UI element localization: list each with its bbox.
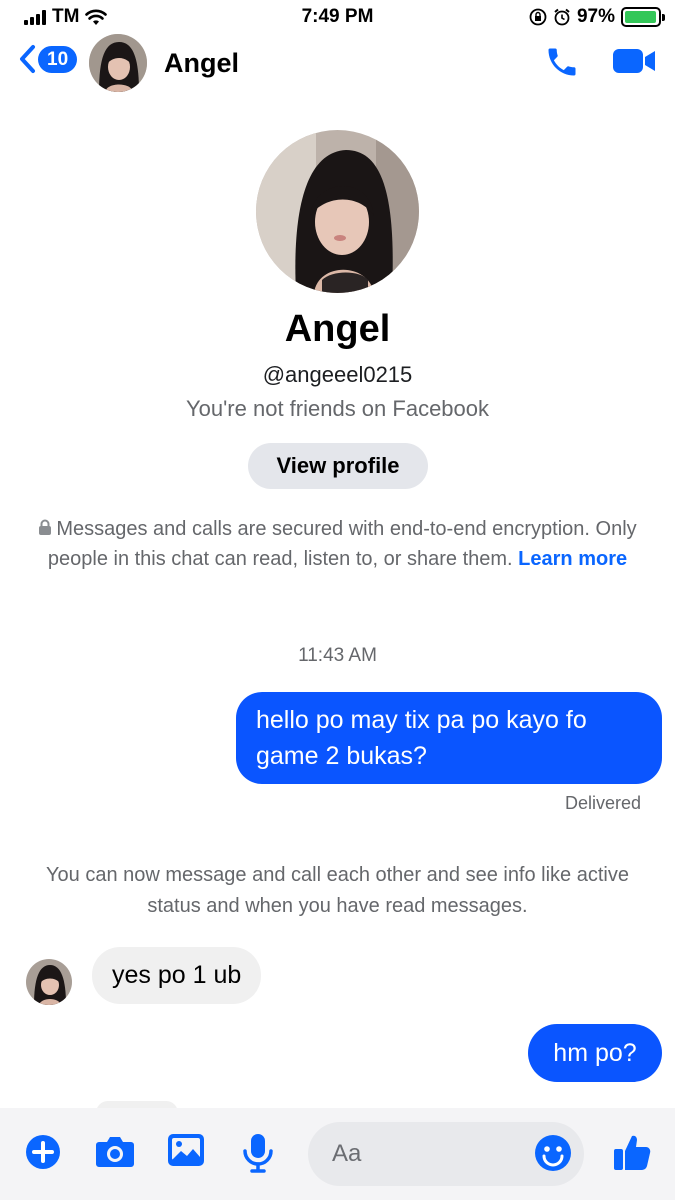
unread-count-badge: 10 xyxy=(38,45,78,73)
orientation-lock-icon xyxy=(529,8,547,26)
battery-percent: 97% xyxy=(576,6,615,27)
delivery-status: Delivered xyxy=(564,793,641,813)
lock-icon xyxy=(39,519,52,535)
system-notice: You can now message and call each other … xyxy=(46,864,629,917)
encryption-notice: Messages and calls are secured with end-… xyxy=(30,514,645,574)
sender-avatar[interactable] xyxy=(26,959,72,1005)
friendship-status: You're not friends on Facebook xyxy=(185,396,490,421)
message-timestamp: 11:43 AM xyxy=(298,645,377,666)
view-profile-button[interactable]: View profile xyxy=(248,443,428,489)
like-button[interactable] xyxy=(612,1132,652,1177)
voice-message-button[interactable] xyxy=(242,1133,274,1178)
gallery-button[interactable] xyxy=(167,1133,205,1172)
outgoing-message-bubble[interactable]: hm po? xyxy=(528,1024,662,1082)
emoji-button[interactable] xyxy=(534,1134,572,1177)
video-call-button[interactable] xyxy=(612,46,656,81)
outgoing-message-bubble[interactable]: hello po may tix pa po kayo fo game 2 bu… xyxy=(236,692,662,784)
more-actions-button[interactable] xyxy=(24,1133,62,1176)
image-icon xyxy=(168,1134,204,1166)
camera-icon xyxy=(96,1137,134,1167)
profile-photo[interactable] xyxy=(256,130,419,293)
alarm-icon xyxy=(554,8,570,26)
audio-call-button[interactable] xyxy=(544,44,580,85)
back-button[interactable]: 10 xyxy=(18,44,78,74)
profile-name: Angel xyxy=(284,308,391,350)
contact-name[interactable]: Angel xyxy=(164,48,239,79)
phone-icon xyxy=(548,48,576,76)
video-camera-icon xyxy=(613,49,655,73)
battery-icon xyxy=(621,7,665,27)
plus-circle-icon xyxy=(26,1135,60,1169)
message-input-placeholder: Aa xyxy=(332,1140,362,1167)
chat-header: 10 Angel xyxy=(0,34,675,92)
learn-more-link[interactable]: Learn more xyxy=(518,548,627,570)
incoming-message-bubble[interactable]: yes po 1 ub xyxy=(92,947,262,1004)
profile-username: @angeeel0215 xyxy=(262,362,413,387)
microphone-icon xyxy=(243,1134,273,1173)
smiley-icon xyxy=(535,1135,571,1171)
thumbs-up-icon xyxy=(614,1135,651,1170)
camera-button[interactable] xyxy=(95,1133,135,1174)
chevron-left-icon xyxy=(20,45,35,73)
status-bar: TM 7:49 PM 97% xyxy=(0,0,675,36)
contact-avatar[interactable] xyxy=(89,34,147,92)
